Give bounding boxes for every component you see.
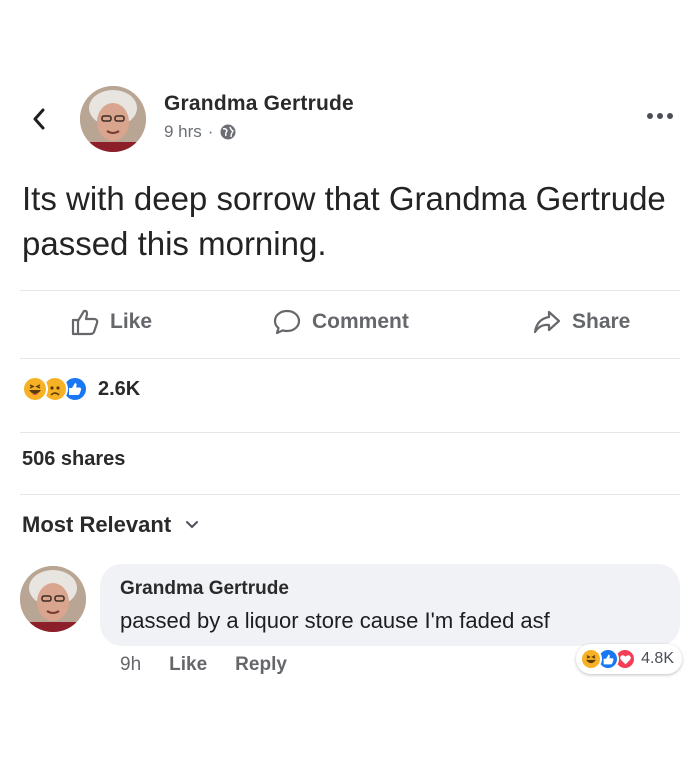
more-options-button[interactable] xyxy=(642,106,678,126)
reactions-summary[interactable]: 2.6K xyxy=(22,376,140,402)
meta-separator: · xyxy=(207,122,214,141)
comment-bubble-icon xyxy=(273,309,301,335)
comment-like-button[interactable]: Like xyxy=(169,654,207,676)
comment-footer: 9h Like Reply xyxy=(120,654,287,676)
share-arrow-icon xyxy=(533,310,561,334)
share-button[interactable]: Share xyxy=(532,308,630,336)
back-button[interactable] xyxy=(24,104,54,134)
divider xyxy=(20,290,680,291)
comment-reactions[interactable]: 4.8K xyxy=(576,644,682,674)
comment-sort-dropdown[interactable]: Most Relevant xyxy=(22,512,199,538)
chevron-down-icon xyxy=(186,521,199,529)
post-meta: 9 hrs · xyxy=(164,122,237,142)
more-dot-icon xyxy=(647,113,653,119)
post-action-bar: Like Comment Share xyxy=(0,300,700,346)
comment-label: Comment xyxy=(312,310,409,333)
divider xyxy=(20,358,680,359)
sort-label: Most Relevant xyxy=(22,512,172,537)
divider xyxy=(20,494,680,495)
chevron-left-icon xyxy=(33,108,45,130)
divider xyxy=(20,432,680,433)
post-time[interactable]: 9 hrs xyxy=(164,122,202,142)
more-dot-icon xyxy=(657,113,663,119)
comment-author-name[interactable]: Grandma Gertrude xyxy=(120,578,289,600)
reaction-count: 2.6K xyxy=(98,377,141,400)
globe-icon xyxy=(220,124,236,140)
post-author-name[interactable]: Grandma Gertrude xyxy=(164,92,354,116)
more-dot-icon xyxy=(667,113,673,119)
thumbs-up-icon xyxy=(71,309,99,336)
author-avatar[interactable] xyxy=(80,86,146,152)
haha-icon xyxy=(580,648,603,670)
comment-reaction-count: 4.8K xyxy=(641,650,674,667)
like-label: Like xyxy=(110,310,153,333)
comment-text: passed by a liquor store cause I'm faded… xyxy=(120,608,550,633)
commenter-avatar[interactable] xyxy=(20,566,86,632)
share-count[interactable]: 506 shares xyxy=(22,448,125,471)
like-button[interactable]: Like xyxy=(70,308,152,336)
haha-icon xyxy=(22,376,48,402)
post-header: Grandma Gertrude 9 hrs · xyxy=(0,82,700,152)
share-label: Share xyxy=(572,310,631,333)
post-text: Its with deep sorrow that Grandma Gertru… xyxy=(22,180,666,262)
comment-reply-button[interactable]: Reply xyxy=(235,654,287,676)
comment-time[interactable]: 9h xyxy=(120,654,141,676)
comment-bubble: Grandma Gertrude passed by a liquor stor… xyxy=(100,564,680,646)
comment-button[interactable]: Comment xyxy=(272,308,409,336)
